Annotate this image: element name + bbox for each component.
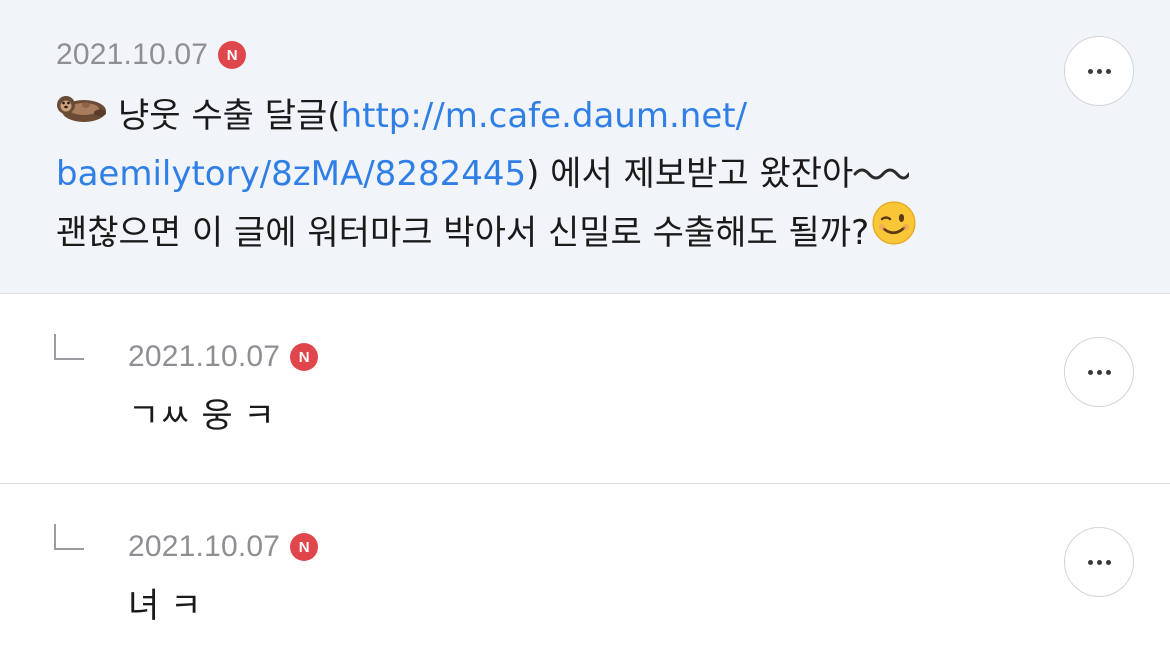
wavy-dash-icon [853,147,911,203]
more-options-button[interactable] [1064,36,1134,106]
new-badge: N [218,41,247,69]
comment-date: 2021.10.07 [56,38,209,71]
comment-meta: 2021.10.07 N [56,38,247,72]
reply-date: 2021.10.07 [128,340,281,373]
reply-body: ㄱㅆ 웅 ㅋ [128,396,275,436]
reply-date: 2021.10.07 [128,530,281,563]
reply-comment: 2021.10.07 N ㄱㅆ 웅 ㅋ [0,294,1170,484]
more-options-button[interactable] [1064,527,1134,597]
winking-face-icon [869,201,917,266]
comment-text-suffix: ) 에서 제보받고 왔잔아 [526,153,854,194]
cafe-link-line1: http://m.cafe.daum.net/ [340,96,748,136]
more-options-icon [1087,68,1111,74]
more-options-button[interactable] [1064,337,1134,407]
cafe-link-line2: baemilytory/8zMA/8282445 [56,153,527,194]
new-badge: N [290,343,319,371]
comment-main: 2021.10.07 N 냥웃 수출 달글(http://m.cafe.daum… [0,0,1170,294]
new-badge: N [290,533,319,561]
comment-text-prefix: 냥웃 수출 달글( [118,96,341,136]
reply-comment: 2021.10.07 N 녀 ㅋ [0,484,1170,671]
reply-arrow-icon [54,334,84,360]
reply-meta: 2021.10.07 N [128,530,319,564]
reply-meta: 2021.10.07 N [128,340,319,374]
comment-body: 냥웃 수출 달글(http://m.cafe.daum.net/baemilyt… [56,88,1056,266]
more-options-icon [1087,559,1111,565]
more-options-icon [1087,369,1111,375]
reply-body: 녀 ㅋ [128,586,202,626]
otter-icon [56,90,118,146]
reply-arrow-icon [54,524,84,550]
comment-text-line3: 괜찮으면 이 글에 워터마크 박아서 신밀로 수출해도 될까? [56,213,870,253]
